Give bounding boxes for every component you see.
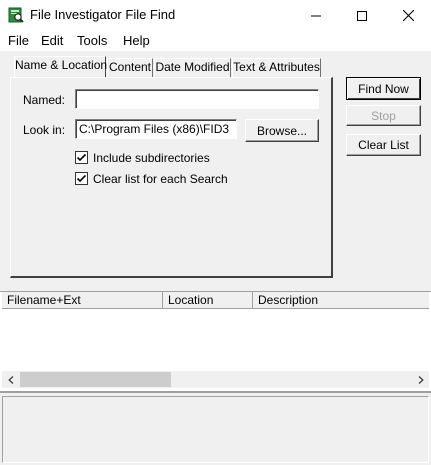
checkmark-icon <box>76 153 87 162</box>
menu-file[interactable]: File <box>7 33 30 49</box>
include-subdirectories-label[interactable]: Include subdirectories <box>93 151 210 165</box>
named-label: Named: <box>23 93 66 107</box>
details-pane-frame <box>2 396 429 463</box>
horizontal-scrollbar[interactable] <box>2 371 429 388</box>
details-pane <box>0 391 431 465</box>
look-in-label: Look in: <box>23 123 66 137</box>
menu-bar: File Edit Tools Help <box>0 31 431 51</box>
chevron-right-icon <box>418 375 424 384</box>
named-input[interactable] <box>75 89 319 109</box>
maximize-icon <box>357 10 367 21</box>
menu-tools[interactable]: Tools <box>76 33 108 49</box>
app-icon <box>8 7 24 23</box>
chevron-left-icon <box>7 375 13 384</box>
column-header-description[interactable]: Description <box>253 292 429 309</box>
clear-list-button[interactable]: Clear List <box>346 134 421 156</box>
include-subdirectories-checkbox[interactable] <box>75 151 88 164</box>
tab-content[interactable]: Content <box>107 58 153 77</box>
column-header-location[interactable]: Location <box>163 292 253 309</box>
browse-button[interactable]: Browse... <box>245 119 319 142</box>
scroll-left-button[interactable] <box>2 371 19 388</box>
tab-date-modified[interactable]: Date Modified <box>154 58 231 77</box>
stop-button[interactable]: Stop <box>346 105 421 126</box>
close-icon <box>402 10 414 21</box>
close-button[interactable] <box>385 0 431 31</box>
scrollbar-thumb[interactable] <box>20 372 171 387</box>
tab-name-location[interactable]: Name & Location <box>14 56 107 77</box>
clear-list-each-search-checkbox[interactable] <box>75 172 88 185</box>
title-bar[interactable]: File Investigator File Find <box>0 0 431 31</box>
maximize-button[interactable] <box>339 0 385 31</box>
find-now-button[interactable]: Find Now <box>346 77 421 100</box>
results-list-header: Filename+Ext Location Description <box>2 292 429 309</box>
window-title: File Investigator File Find <box>30 7 176 22</box>
checkmark-icon <box>76 174 87 183</box>
menu-help[interactable]: Help <box>122 33 151 49</box>
minimize-icon <box>311 15 321 16</box>
menu-edit[interactable]: Edit <box>40 33 64 49</box>
minimize-button[interactable] <box>293 0 339 31</box>
look-in-input[interactable] <box>75 119 237 139</box>
tab-text-attributes[interactable]: Text & Attributes <box>232 58 321 77</box>
scroll-right-button[interactable] <box>412 371 429 388</box>
clear-list-each-search-label[interactable]: Clear list for each Search <box>93 172 228 186</box>
column-header-filename[interactable]: Filename+Ext <box>2 292 163 309</box>
